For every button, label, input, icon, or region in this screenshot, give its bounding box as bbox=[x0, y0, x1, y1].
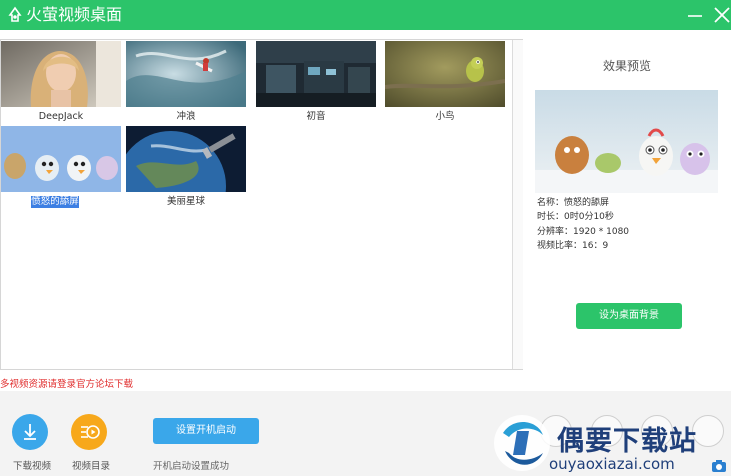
preview-resolution: 分辨率：1920 * 1080 bbox=[537, 227, 630, 237]
video-thumb-bird[interactable]: 小鸟 bbox=[385, 41, 505, 122]
close-button[interactable] bbox=[712, 5, 731, 25]
watermark: 偶要下载站 ouyaoxiazai.com bbox=[487, 411, 731, 476]
gallery-scrollbar[interactable] bbox=[512, 40, 523, 369]
video-thumbnail bbox=[256, 41, 376, 107]
video-caption: 初音 bbox=[306, 111, 326, 122]
app-title: 火萤视频桌面 bbox=[26, 5, 123, 24]
video-catalog-button[interactable] bbox=[71, 414, 107, 450]
video-thumbnail bbox=[1, 126, 121, 192]
preview-title: 效果预览 bbox=[602, 59, 651, 73]
set-startup-button[interactable]: 设置开机启动 bbox=[153, 418, 259, 444]
video-caption: 冲浪 bbox=[176, 111, 196, 122]
video-caption: 小鸟 bbox=[435, 111, 455, 122]
startup-status: 开机启动设置成功 bbox=[153, 461, 230, 472]
video-catalog-label: 视频目录 bbox=[72, 461, 111, 472]
video-catalog-icon bbox=[81, 425, 100, 439]
video-thumbnail bbox=[1, 41, 121, 107]
video-thumb-surf[interactable]: 冲浪 bbox=[126, 41, 246, 122]
title-bar: 火萤视频桌面 bbox=[0, 0, 731, 30]
preview-image bbox=[535, 90, 718, 193]
forum-notice[interactable]: 多视频资源请登录官方论坛下载 bbox=[0, 376, 133, 390]
download-video-label: 下载视频 bbox=[13, 461, 52, 472]
minimize-button[interactable] bbox=[685, 5, 705, 25]
preview-name: 名称：愤怒的舔屏 bbox=[537, 198, 610, 208]
app-logo-icon bbox=[8, 6, 22, 22]
download-video-button[interactable] bbox=[12, 414, 48, 450]
preview-panel: 效果预览 名称：愤怒的舔屏 时长：0时0分10秒 分辨率：1920 * 1080… bbox=[523, 39, 731, 370]
watermark-url: ouyaoxiazai.com bbox=[549, 455, 675, 473]
video-thumbnail bbox=[126, 126, 246, 192]
video-caption-selected: 愤怒的舔屏 bbox=[31, 196, 79, 208]
watermark-brand: 偶要下载站 bbox=[557, 426, 697, 457]
video-caption: DeepJack bbox=[38, 111, 84, 122]
watermark-logo-icon bbox=[494, 415, 550, 471]
download-icon bbox=[24, 424, 36, 440]
video-thumb-deepjack[interactable]: DeepJack bbox=[1, 41, 121, 122]
set-desktop-background-button[interactable]: 设为桌面背景 bbox=[576, 303, 682, 329]
video-caption: 美丽星球 bbox=[166, 196, 205, 207]
video-gallery: DeepJack 冲浪 初音 小鸟 愤怒的舔屏 美丽星球 bbox=[0, 39, 523, 370]
video-thumb-angry-birds[interactable]: 愤怒的舔屏 bbox=[1, 126, 121, 208]
video-thumb-planet[interactable]: 美丽星球 bbox=[126, 126, 246, 207]
preview-ratio: 视频比率：16：9 bbox=[537, 241, 609, 251]
video-thumbnail bbox=[126, 41, 246, 107]
camera-icon[interactable] bbox=[711, 459, 727, 473]
video-thumbnail bbox=[385, 41, 505, 107]
preview-duration: 时长：0时0分10秒 bbox=[537, 212, 614, 222]
video-thumb-miku[interactable]: 初音 bbox=[256, 41, 376, 122]
